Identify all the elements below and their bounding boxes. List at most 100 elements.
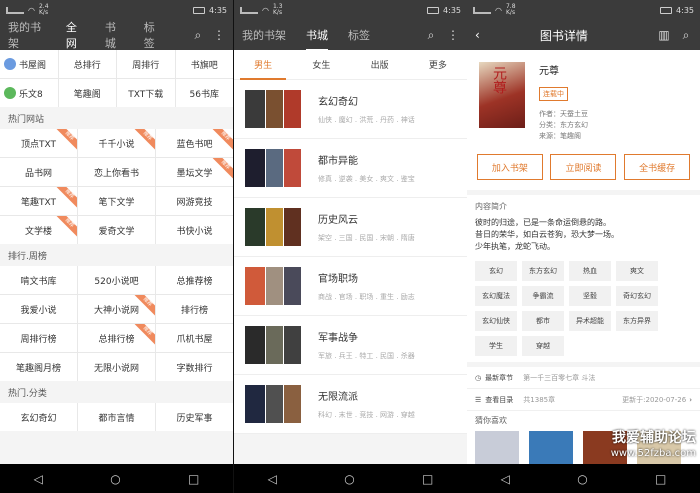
site-item[interactable]: 都市言情 bbox=[78, 403, 155, 431]
site-item[interactable]: 顶点TXT 推荐 bbox=[0, 129, 77, 157]
site-item[interactable]: 墨坛文学 推荐 bbox=[156, 158, 233, 186]
home-nav-icon[interactable]: ○ bbox=[344, 472, 354, 486]
search-icon[interactable]: ⌕ bbox=[193, 28, 203, 43]
tag-chip[interactable]: 都市 bbox=[522, 311, 564, 331]
library-icon[interactable]: ▥ bbox=[658, 28, 670, 42]
chapter-count: 共1385章 bbox=[523, 395, 556, 404]
recents-nav-icon[interactable]: □ bbox=[422, 472, 433, 486]
site-item[interactable]: 排行榜 bbox=[156, 295, 233, 323]
subtab-male[interactable]: 男生 bbox=[234, 58, 292, 80]
search-icon[interactable]: ⌕ bbox=[680, 28, 692, 43]
category-row[interactable]: 无限流派 科幻 . 末世 . 竞技 . 网游 . 穿越 bbox=[234, 375, 467, 434]
category-cover bbox=[244, 325, 266, 365]
recents-nav-icon[interactable]: □ bbox=[188, 472, 199, 486]
source-item[interactable]: 笔趣阁 bbox=[58, 79, 116, 107]
site-item[interactable]: 我爱小说 bbox=[0, 295, 77, 323]
site-label: 周排行榜 bbox=[20, 334, 57, 345]
site-item[interactable]: 千千小说 推荐 bbox=[78, 129, 155, 157]
source-item[interactable]: 56书库 bbox=[175, 79, 233, 107]
tag-chip[interactable]: 玄幻仙侠 bbox=[475, 311, 517, 331]
more-vert-icon[interactable]: ⋮ bbox=[213, 28, 225, 42]
status-bar: ◠ 1.3 K/s 4:35 bbox=[234, 0, 467, 20]
category-row[interactable]: 玄幻奇幻 仙侠 . 魔幻 . 洪荒 . 丹药 . 神话 bbox=[234, 80, 467, 139]
add-to-shelf-button[interactable]: 加入书架 bbox=[476, 154, 543, 180]
site-item[interactable]: 大神小说网 推荐 bbox=[78, 295, 155, 323]
tab-bookstore[interactable]: 书城 bbox=[306, 27, 328, 51]
recommend-cover[interactable] bbox=[475, 431, 519, 464]
more-vert-icon[interactable]: ⋮ bbox=[447, 28, 459, 42]
site-item[interactable]: 蓝色书吧 推荐 bbox=[156, 129, 233, 157]
tab-tags[interactable]: 标签 bbox=[348, 27, 370, 43]
site-item[interactable]: 笔下文学 bbox=[78, 187, 155, 215]
site-item[interactable]: 历史军事 bbox=[156, 403, 233, 431]
subtab-female[interactable]: 女生 bbox=[292, 58, 350, 71]
site-item[interactable]: 啃文书库 bbox=[0, 266, 77, 294]
tag-chip[interactable]: 穿越 bbox=[522, 336, 564, 356]
category-row[interactable]: 历史风云 架空 . 三国 . 民国 . 宋朝 . 隋唐 bbox=[234, 198, 467, 257]
category-covers bbox=[244, 266, 304, 306]
tag-chip[interactable]: 学生 bbox=[475, 336, 517, 356]
source-label: 笔趣阁 bbox=[73, 89, 101, 100]
source-item[interactable]: TXT下载 bbox=[117, 79, 175, 107]
latest-chapter-row[interactable]: ◷ 最新章节 第一千三百零七章 斗法 bbox=[467, 367, 700, 389]
tag-chip[interactable]: 争霸流 bbox=[522, 286, 564, 306]
site-item[interactable]: 恋上你看书 bbox=[78, 158, 155, 186]
site-item[interactable]: 玄幻奇幻 bbox=[0, 403, 77, 431]
site-item[interactable]: 总推荐榜 bbox=[156, 266, 233, 294]
home-nav-icon[interactable]: ○ bbox=[110, 472, 120, 486]
recommend-cover[interactable] bbox=[529, 431, 573, 464]
tab-tags[interactable]: 标签 bbox=[144, 19, 163, 51]
subtab-more[interactable]: 更多 bbox=[409, 58, 467, 71]
site-item[interactable]: 爱奇文学 bbox=[78, 216, 155, 244]
site-item[interactable]: 书快小说 bbox=[156, 216, 233, 244]
tag-chip[interactable]: 东方玄幻 bbox=[522, 261, 564, 281]
cache-all-button[interactable]: 全书缓存 bbox=[624, 154, 691, 180]
back-nav-icon[interactable]: ◁ bbox=[268, 472, 277, 486]
category-row[interactable]: 官场职场 商战 . 官场 . 职场 . 重生 . 励志 bbox=[234, 257, 467, 316]
book-category: 分类：东方玄幻 bbox=[539, 121, 588, 129]
site-item[interactable]: 品书网 bbox=[0, 158, 77, 186]
subtab-publish[interactable]: 出版 bbox=[351, 58, 409, 71]
source-item[interactable]: 周排行 bbox=[117, 50, 175, 78]
source-item[interactable]: 总排行 bbox=[58, 50, 116, 78]
tag-chip[interactable]: 异术超能 bbox=[569, 311, 611, 331]
site-item[interactable]: 笔趣TXT 推荐 bbox=[0, 187, 77, 215]
site-item[interactable]: 笔趣阁月榜 bbox=[0, 353, 77, 381]
search-icon[interactable]: ⌕ bbox=[425, 28, 437, 43]
source-item[interactable]: 书旗吧 bbox=[175, 50, 233, 78]
book-author[interactable]: 作者：天蚕土豆 bbox=[539, 109, 588, 120]
read-now-button[interactable]: 立即阅读 bbox=[550, 154, 617, 180]
tab-bookshelf[interactable]: 我的书架 bbox=[8, 19, 46, 51]
tab-bookshelf[interactable]: 我的书架 bbox=[242, 27, 286, 43]
tag-chip[interactable]: 奇幻玄幻 bbox=[616, 286, 658, 306]
source-item[interactable]: 书屋阁 bbox=[0, 50, 58, 78]
site-item[interactable]: 文学楼 推荐 bbox=[0, 216, 77, 244]
latest-chapter-label: 最新章节 bbox=[485, 373, 514, 382]
toc-row[interactable]: ☰ 查看目录 共1385章 更新于:2020-07-26 › bbox=[467, 389, 700, 411]
recents-nav-icon[interactable]: □ bbox=[655, 472, 666, 486]
tab-bookstore[interactable]: 书城 bbox=[105, 19, 124, 51]
tag-chip[interactable]: 热血 bbox=[569, 261, 611, 281]
tag-chip[interactable]: 玄幻 bbox=[475, 261, 517, 281]
site-item[interactable]: 无限小说网 bbox=[78, 353, 155, 381]
site-item[interactable]: 网游竞技 bbox=[156, 187, 233, 215]
back-nav-icon[interactable]: ◁ bbox=[501, 472, 510, 486]
category-row[interactable]: 都市异能 修真 . 逆袭 . 美女 . 爽文 . 鉴宝 bbox=[234, 139, 467, 198]
home-nav-icon[interactable]: ○ bbox=[577, 472, 587, 486]
category-subtags: 修真 . 逆袭 . 美女 . 爽文 . 鉴宝 bbox=[318, 175, 415, 183]
site-item[interactable]: 总排行榜 推荐 bbox=[78, 324, 155, 352]
site-item[interactable]: 周排行榜 bbox=[0, 324, 77, 352]
category-row[interactable]: 军事战争 军旅 . 兵王 . 特工 . 民国 . 杀器 bbox=[234, 316, 467, 375]
site-item[interactable]: 字数排行 bbox=[156, 353, 233, 381]
list-icon: ☰ bbox=[475, 395, 482, 404]
tag-chip[interactable]: 爽文 bbox=[616, 261, 658, 281]
site-item[interactable]: 爪机书屋 bbox=[156, 324, 233, 352]
tab-all-web[interactable]: 全网 bbox=[65, 19, 85, 59]
tag-chip[interactable]: 东方异界 bbox=[616, 311, 658, 331]
tag-chip[interactable]: 玄幻魔法 bbox=[475, 286, 517, 306]
source-item[interactable]: 乐文8 bbox=[0, 79, 58, 107]
toc-label: 查看目录 bbox=[485, 395, 514, 404]
back-nav-icon[interactable]: ◁ bbox=[34, 472, 43, 486]
site-item[interactable]: 520小说吧 bbox=[78, 266, 155, 294]
tag-chip[interactable]: 坚毅 bbox=[569, 286, 611, 306]
